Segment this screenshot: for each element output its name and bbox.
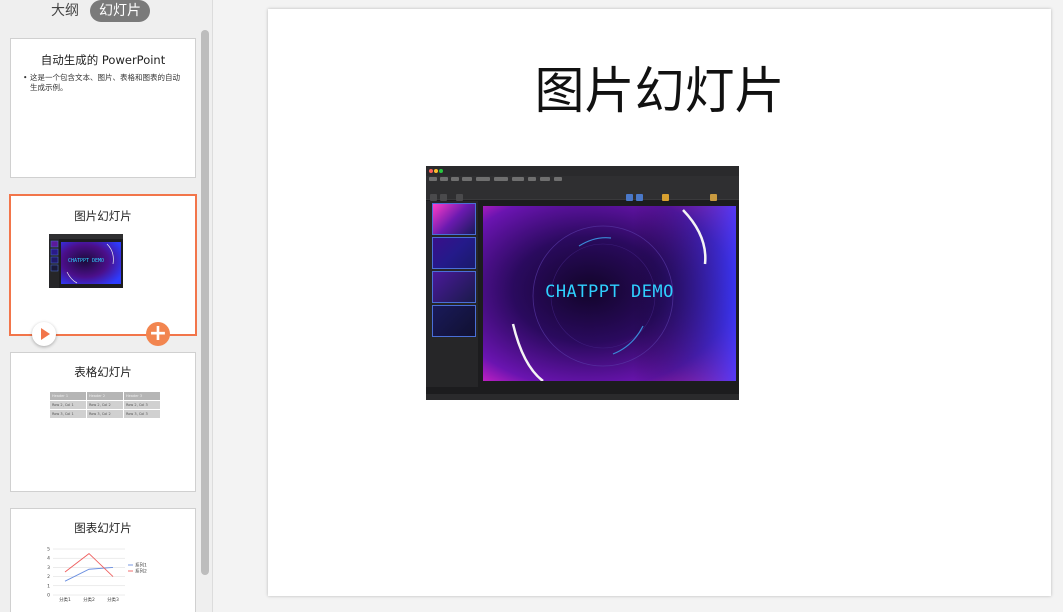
slide-image-text: CHATPPT DEMO [545,282,674,302]
table-cell: Row 2, Col 1 [50,401,86,409]
chart-legend-label: 系列2 [135,568,147,575]
bullet-icon: • [23,73,28,82]
thumbnail-title: 图表幻灯片 [74,521,132,535]
tab-slides[interactable]: 幻灯片 [90,0,150,22]
chart-ytick-label: 5 [47,547,50,553]
tab-outline[interactable]: 大纲 [44,0,86,22]
table-cell: Header 2 [87,392,123,400]
thumbnail-title: 表格幻灯片 [74,365,132,379]
table-cell: Header 1 [50,392,86,400]
slide-thumbnail-2[interactable]: 图片幻灯片 CHATPPT DEMO [9,194,197,336]
table-cell: Row 3, Col 3 [124,410,160,418]
chart-series-line [64,553,114,577]
slide-thumbnail-1[interactable]: 自动生成的 PowerPoint • 这是一个包含文本、图片、表格和图表的自动生… [10,38,196,178]
play-icon[interactable] [32,322,56,346]
zoom-icon [439,169,443,173]
chart-legend-label: 系列1 [135,562,147,569]
table-cell: Header 3 [124,392,160,400]
thumbnail-table: Header 1 Header 2 Header 3 Row 2, Col 1 … [49,391,161,419]
slide-canvas[interactable]: 图片幻灯片 CHATPPT DEMO [268,9,1051,596]
chart-ytick-label: 0 [47,593,50,599]
slide-thumbnail-4[interactable]: 图表幻灯片 0 1 2 3 4 5 分类1 分类2 分类3 系列1 系列2 [10,508,196,612]
slide-thumbnail-3[interactable]: 表格幻灯片 Header 1 Header 2 Header 3 Row 2, … [10,352,196,492]
app-slide-preview: CHATPPT DEMO [483,206,736,381]
app-slide-list [426,201,478,387]
minimize-icon [434,169,438,173]
table-cell: Row 3, Col 1 [50,410,86,418]
close-icon [429,169,433,173]
chart-xtick-label: 分类3 [107,596,119,603]
app-ribbon [426,176,739,201]
table-cell: Row 2, Col 2 [87,401,123,409]
app-status-bar [426,394,739,400]
add-icon[interactable]: + [146,322,170,346]
scrollbar-thumb[interactable] [201,30,209,575]
thumbnail-chart: 0 1 2 3 4 5 分类1 分类2 分类3 系列1系列2 [47,547,147,604]
app-titlebar [426,166,739,176]
thumbnail-title: 图片幻灯片 [74,209,132,223]
chart-xtick-label: 分类2 [83,596,95,603]
slide-panel: 大纲 幻灯片 自动生成的 PowerPoint • 这是一个包含文本、图片、表格… [0,0,213,612]
thumbnail-image-text: CHATPPT DEMO [67,258,105,264]
chart-ytick-label: 3 [47,565,50,571]
slide-title[interactable]: 图片幻灯片 [268,51,1051,123]
table-cell: Row 2, Col 3 [124,401,160,409]
thumbnail-image: CHATPPT DEMO [49,234,123,288]
chart-ytick-label: 4 [47,556,50,562]
view-tabs: 大纲 幻灯片 [0,0,200,24]
chart-ytick-label: 2 [47,574,50,580]
thumbnail-bullet: • 这是一个包含文本、图片、表格和图表的自动生成示例。 [23,73,183,93]
thumbnail-title: 自动生成的 PowerPoint [40,53,166,67]
chart-ytick-label: 1 [47,583,50,589]
table-cell: Row 3, Col 2 [87,410,123,418]
slide-image[interactable]: CHATPPT DEMO [426,166,739,400]
thumbnail-bullet-text: 这是一个包含文本、图片、表格和图表的自动生成示例。 [30,73,180,92]
chart-xtick-label: 分类1 [59,596,71,603]
